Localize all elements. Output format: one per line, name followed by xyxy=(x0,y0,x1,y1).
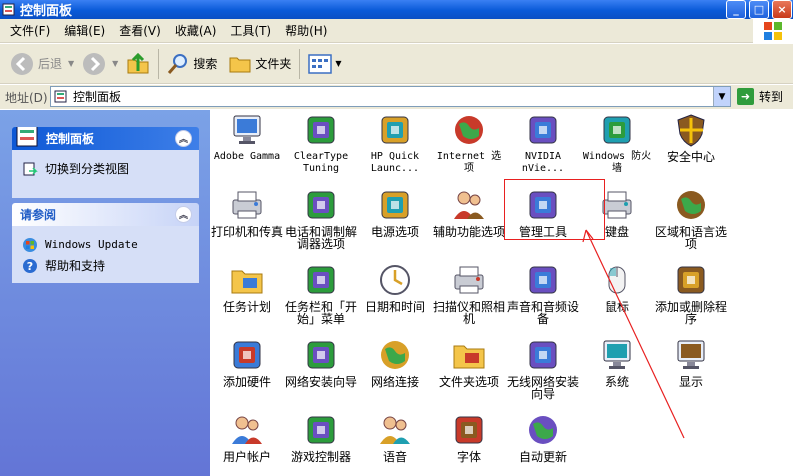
collapse-chevron-icon[interactable]: ︽ xyxy=(175,130,192,147)
folder-icon xyxy=(229,57,251,72)
address-dropdown-button[interactable]: ▼ xyxy=(713,87,730,106)
icon-view: Adobe Gamma ClearType Tuning HP Quick Laun… xyxy=(210,110,793,476)
back-label: 后退 xyxy=(38,57,63,71)
address-input[interactable]: 控制面板 ▼ xyxy=(50,86,731,107)
link-label: 帮助和支持 xyxy=(45,259,106,273)
forward-dropdown-icon[interactable]: ▼ xyxy=(112,59,118,68)
minimize-button[interactable]: _ xyxy=(726,0,746,19)
up-folder-icon xyxy=(127,52,149,73)
annotation-arrow xyxy=(582,229,685,439)
views-dropdown-icon[interactable]: ▼ xyxy=(335,59,341,68)
search-label: 搜索 xyxy=(193,57,218,71)
title-bar[interactable]: 控制面板 _ □ × xyxy=(0,0,793,19)
menu-view[interactable]: 查看(V) xyxy=(113,22,167,39)
folders-label: 文件夹 xyxy=(255,57,292,71)
menu-tools[interactable]: 工具(T) xyxy=(224,22,277,39)
menu-edit[interactable]: 编辑(E) xyxy=(58,22,111,39)
address-label: 地址(D) xyxy=(5,90,48,105)
windows-logo-icon xyxy=(753,19,793,43)
control-panel-icon xyxy=(2,3,15,16)
views-button[interactable]: ▼ xyxy=(304,48,345,80)
control-panel-window: 控制面板 _ □ × 文件(F) 编辑(E) 查看(V) 收藏(A) 工具(T)… xyxy=(0,0,793,476)
go-arrow-icon: ➜ xyxy=(737,88,754,105)
address-bar: 地址(D) 控制面板 ▼ ➜ 转到 xyxy=(0,85,793,109)
forward-arrow-icon xyxy=(83,52,106,75)
panel-title: 请参阅 xyxy=(20,208,57,222)
go-label: 转到 xyxy=(759,90,784,104)
window-title: 控制面板 xyxy=(20,4,73,19)
panel-header[interactable]: 请参阅 ︽ xyxy=(12,203,199,226)
collapse-chevron-icon[interactable]: ︽ xyxy=(175,206,192,223)
control-panel-small-icon xyxy=(54,90,67,103)
toolbar-separator xyxy=(158,48,160,79)
back-dropdown-icon[interactable]: ▼ xyxy=(68,59,74,68)
control-panel-panel: 控制面板 ︽ 切换到分类视图 xyxy=(12,127,199,198)
back-arrow-icon xyxy=(11,52,33,75)
toolbar-separator xyxy=(299,48,301,79)
search-icon xyxy=(168,53,188,74)
link-label: Windows Update xyxy=(45,238,138,251)
toolbar: 后退 ▼ ▼ 搜索 文件夹 ▼ xyxy=(0,44,793,84)
menu-file[interactable]: 文件(F) xyxy=(4,22,56,39)
close-button[interactable]: × xyxy=(772,0,792,19)
forward-button[interactable]: ▼ xyxy=(78,48,122,80)
go-button[interactable]: ➜ 转到 xyxy=(737,88,783,105)
control-panel-large-icon xyxy=(16,127,38,147)
folders-button[interactable]: 文件夹 xyxy=(225,48,295,80)
see-also-panel: 请参阅 ︽ Windows Update ? 帮助和支持 xyxy=(12,203,199,283)
panel-header[interactable]: 控制面板 ︽ xyxy=(12,127,199,150)
panel-body: Windows Update ? 帮助和支持 xyxy=(12,226,199,283)
link-label: 切换到分类视图 xyxy=(45,162,130,176)
views-icon xyxy=(308,53,333,74)
help-icon: ? xyxy=(23,258,37,273)
switch-category-view-link[interactable]: 切换到分类视图 xyxy=(22,159,189,178)
panel-title: 控制面板 xyxy=(46,132,95,146)
panel-body: 切换到分类视图 xyxy=(12,150,199,198)
windows-update-icon xyxy=(23,237,37,252)
windows-update-link[interactable]: Windows Update xyxy=(22,235,189,254)
menu-favorites[interactable]: 收藏(A) xyxy=(169,22,223,39)
back-button[interactable]: 后退 ▼ xyxy=(6,48,78,80)
menu-help[interactable]: 帮助(H) xyxy=(279,22,333,39)
svg-text:?: ? xyxy=(27,260,33,273)
maximize-button[interactable]: □ xyxy=(749,0,769,19)
up-folder-button[interactable] xyxy=(122,48,154,80)
address-value: 控制面板 xyxy=(73,90,122,104)
category-view-icon xyxy=(23,162,38,175)
search-button[interactable]: 搜索 xyxy=(163,48,221,80)
help-support-link[interactable]: ? 帮助和支持 xyxy=(22,256,189,275)
menu-bar: 文件(F) 编辑(E) 查看(V) 收藏(A) 工具(T) 帮助(H) xyxy=(0,19,793,43)
task-pane: 控制面板 ︽ 切换到分类视图 请参阅 ︽ Windows Update ? 帮助… xyxy=(0,110,210,476)
